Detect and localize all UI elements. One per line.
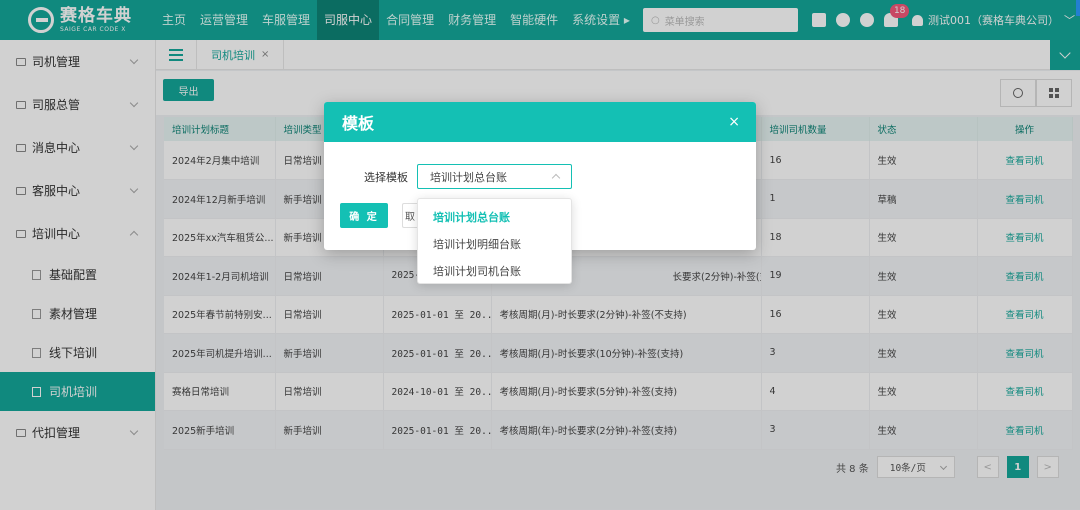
dropdown-option-summary[interactable]: 培训计划总台账 <box>418 203 571 230</box>
confirm-button[interactable]: 确 定 <box>340 203 388 228</box>
dialog-title: 模板 <box>342 114 375 133</box>
template-field-label: 选择模板 <box>364 171 408 184</box>
dropdown-option-detail[interactable]: 培训计划明细台账 <box>418 230 571 257</box>
close-icon[interactable]: × <box>728 114 740 130</box>
template-dropdown: 培训计划总台账 培训计划明细台账 培训计划司机台账 <box>417 198 572 284</box>
template-select[interactable]: 培训计划总台账 <box>417 164 572 189</box>
dropdown-option-driver[interactable]: 培训计划司机台账 <box>418 257 571 284</box>
dialog-header: 模板 × <box>324 102 756 142</box>
